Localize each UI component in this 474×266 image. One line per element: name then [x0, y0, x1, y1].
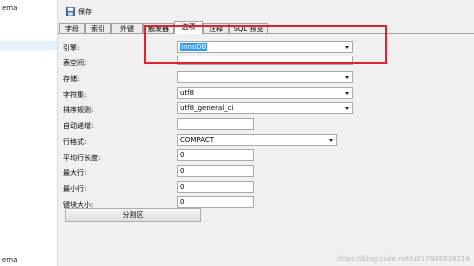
storage-label: 存储:	[63, 75, 80, 83]
min-rows-input[interactable]: 0	[177, 181, 254, 193]
save-button[interactable]: 保存	[60, 5, 94, 19]
engine-label: 引擎:	[63, 44, 80, 52]
tablespace-label: 表空间:	[63, 59, 87, 67]
key-block-size-value: 0	[180, 198, 185, 206]
toolbar: 保存	[58, 5, 474, 19]
charset-label: 字符集:	[63, 91, 87, 99]
chevron-down-icon	[345, 107, 349, 110]
collation-value: utf8_general_ci	[180, 104, 234, 112]
navigator-item-label: ema	[2, 4, 18, 12]
highlight-box	[144, 25, 387, 64]
navigator-item[interactable]: ema	[0, 2, 57, 13]
save-label: 保存	[78, 8, 92, 16]
collation-label: 排序规则:	[63, 106, 94, 114]
navigator-item-label: ema	[2, 256, 18, 264]
collation-select[interactable]: utf8_general_ci	[177, 102, 353, 114]
max-rows-label: 最大行:	[63, 169, 87, 177]
navigator-item-selected[interactable]	[0, 41, 57, 50]
save-icon	[66, 7, 75, 16]
partition-button[interactable]: 分割区	[65, 208, 201, 222]
auto-increment-input[interactable]	[177, 118, 254, 130]
row-format-select[interactable]: COMPACT	[177, 134, 337, 146]
chevron-down-icon	[345, 76, 349, 79]
avg-row-length-label: 平均行长度:	[63, 154, 101, 162]
chevron-down-icon	[345, 92, 349, 95]
key-block-size-input[interactable]: 0	[177, 196, 254, 208]
charset-value: utf8	[180, 89, 195, 97]
object-navigator-pane: ema ema	[0, 0, 58, 266]
row-format-value: COMPACT	[180, 136, 215, 144]
max-rows-value: 0	[180, 167, 185, 175]
min-rows-label: 最小行:	[63, 185, 87, 193]
tab-fields[interactable]: 字段	[59, 23, 85, 33]
tab-indexes[interactable]: 索引	[85, 23, 111, 33]
min-rows-value: 0	[180, 183, 185, 191]
auto-increment-label: 自动递增:	[63, 122, 94, 130]
charset-select[interactable]: utf8	[177, 87, 353, 99]
navigator-item[interactable]: ema	[0, 255, 57, 266]
max-rows-input[interactable]: 0	[177, 165, 254, 177]
avg-row-length-input[interactable]: 0	[177, 149, 254, 161]
avg-row-length-value: 0	[180, 151, 185, 159]
storage-select[interactable]	[177, 71, 353, 83]
tab-foreign-keys[interactable]: 外键	[111, 23, 143, 33]
partition-button-label: 分割区	[122, 211, 144, 219]
watermark: https://blog.csdn.net/u017845838214	[337, 255, 470, 263]
chevron-down-icon	[329, 139, 333, 142]
row-format-label: 行格式:	[63, 138, 87, 146]
